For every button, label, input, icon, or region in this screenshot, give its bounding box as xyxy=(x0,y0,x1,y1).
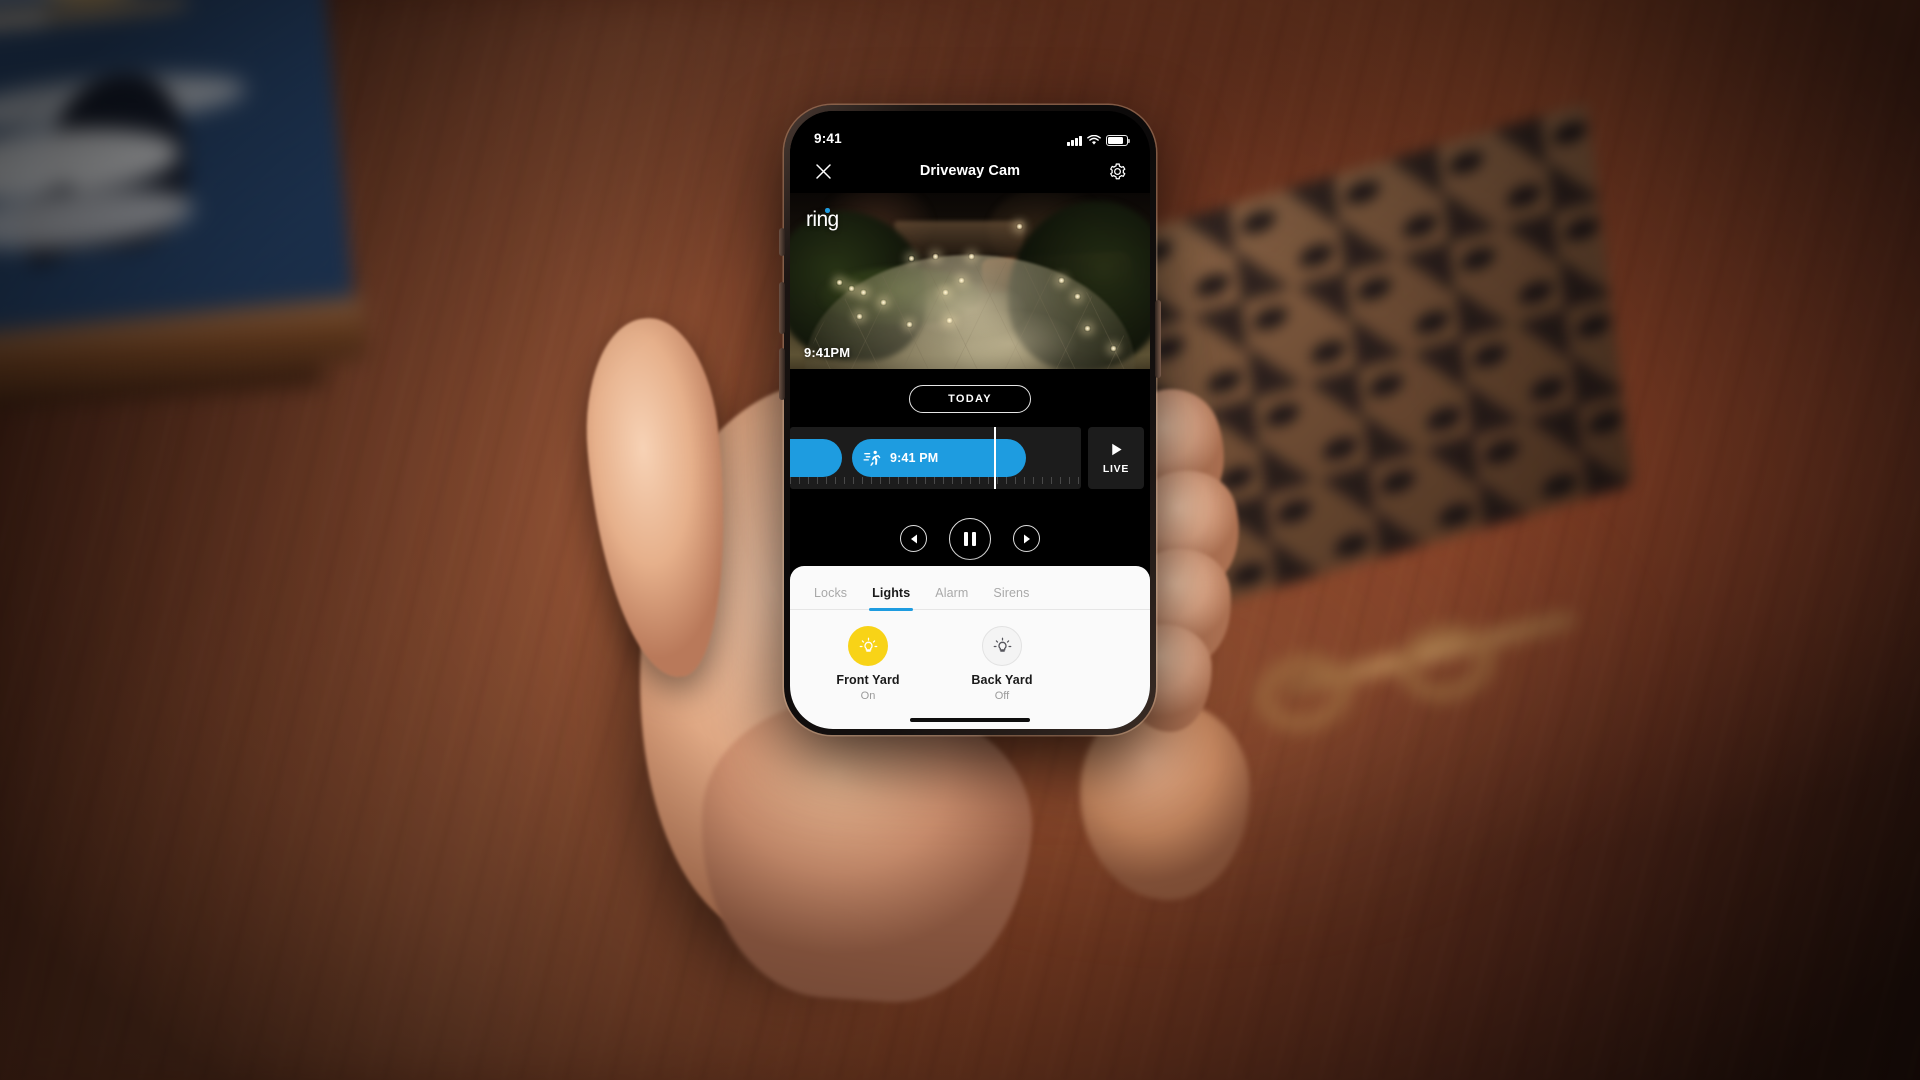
device-back-yard[interactable]: Back Yard Off xyxy=(946,626,1058,702)
device-front-yard[interactable]: Front Yard On xyxy=(812,626,924,702)
tab-lights[interactable]: Lights xyxy=(869,586,914,611)
camera-video-feed[interactable]: ring 9:41PM xyxy=(790,193,1150,369)
phone-power-button[interactable] xyxy=(1155,300,1161,378)
phone-mute-switch[interactable] xyxy=(779,228,785,256)
device-state: Off xyxy=(994,690,1010,702)
background-book xyxy=(0,0,368,399)
gear-icon[interactable] xyxy=(1104,158,1130,184)
timeline-event-label: 9:41 PM xyxy=(890,451,939,465)
device-name: Back Yard xyxy=(971,673,1033,687)
phone-notch xyxy=(896,111,1044,138)
playback-controls xyxy=(790,489,1150,566)
cellular-signal-icon xyxy=(1067,135,1082,146)
timeline-row: 9:41 PM LIVE xyxy=(790,427,1150,489)
home-indicator[interactable] xyxy=(910,718,1030,722)
tab-alarm[interactable]: Alarm xyxy=(935,586,968,609)
motion-icon xyxy=(863,450,881,466)
ring-watermark: ring xyxy=(806,208,839,231)
app-screen: 9:41 Driveway Cam ring 9:41PM TODAY 9:41… xyxy=(790,111,1150,729)
live-button-label: LIVE xyxy=(1102,463,1130,475)
play-icon xyxy=(1111,443,1122,456)
wifi-icon xyxy=(1087,135,1101,145)
device-tabs: Locks Lights Alarm Sirens xyxy=(790,572,1150,611)
page-title: Driveway Cam xyxy=(919,163,1021,179)
tab-sirens[interactable]: Sirens xyxy=(993,586,1029,609)
timeline-event-motion[interactable]: 9:41 PM xyxy=(852,439,1026,477)
date-selector-row: TODAY xyxy=(790,369,1150,427)
device-name: Front Yard xyxy=(836,673,900,687)
video-timestamp: 9:41PM xyxy=(804,345,851,360)
lightbulb-icon xyxy=(848,626,888,666)
app-header: Driveway Cam xyxy=(790,149,1150,193)
timeline-event-earlier[interactable] xyxy=(790,439,842,477)
event-timeline[interactable]: 9:41 PM xyxy=(790,427,1081,489)
skip-back-icon[interactable] xyxy=(900,525,927,552)
pause-icon[interactable] xyxy=(949,517,991,560)
tab-locks[interactable]: Locks xyxy=(814,586,847,609)
timeline-ticks xyxy=(790,477,1081,484)
phone-volume-down-button[interactable] xyxy=(779,348,785,400)
today-button[interactable]: TODAY xyxy=(909,385,1031,413)
live-button[interactable]: LIVE xyxy=(1088,427,1144,489)
ring-watermark-text: ring xyxy=(806,208,839,231)
close-icon[interactable] xyxy=(810,158,836,184)
photo-scene: 9:41 Driveway Cam ring 9:41PM TODAY 9:41… xyxy=(0,0,1920,1080)
smartphone-device: 9:41 Driveway Cam ring 9:41PM TODAY 9:41… xyxy=(784,105,1156,735)
battery-icon xyxy=(1106,135,1130,146)
lightbulb-icon xyxy=(982,626,1022,666)
skip-forward-icon[interactable] xyxy=(1013,525,1040,552)
phone-volume-up-button[interactable] xyxy=(779,282,785,334)
device-control-sheet: Locks Lights Alarm Sirens Front Yard On … xyxy=(790,566,1150,729)
device-list: Front Yard On Back Yard Off xyxy=(790,610,1150,712)
background-scissors xyxy=(1249,560,1600,790)
device-state: On xyxy=(860,690,876,702)
status-bar-time: 9:41 xyxy=(814,131,842,146)
